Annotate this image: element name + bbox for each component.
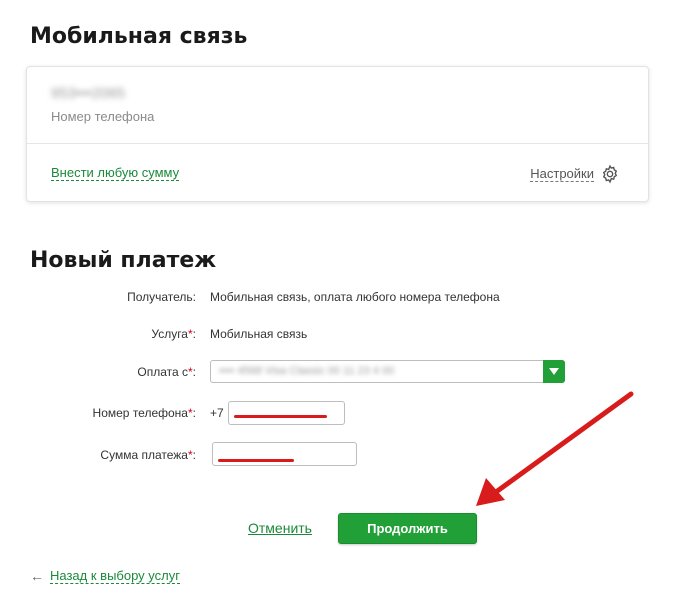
chevron-down-icon <box>549 368 559 375</box>
pay-from-label: Оплата с*: <box>137 365 196 379</box>
any-sum-link[interactable]: Внести любую сумму <box>51 165 180 181</box>
phone-prefix: +7 <box>210 406 224 420</box>
phone-input[interactable] <box>228 401 345 425</box>
service-label: Услуга*: <box>151 327 196 341</box>
amount-label: Сумма платежа*: <box>100 448 196 462</box>
pay-from-value: •••• 4568 Visa Classic 00 11 23 4 00 <box>219 365 395 377</box>
amount-redline-annotation <box>218 459 294 462</box>
new-payment-title: Новый платеж <box>30 248 217 273</box>
service-value: Мобильная связь <box>210 327 308 341</box>
dropdown-button[interactable] <box>543 360 565 383</box>
pay-from-select[interactable]: •••• 4568 Visa Classic 00 11 23 4 00 <box>210 360 565 383</box>
phone-redline-annotation <box>234 415 327 418</box>
settings-button[interactable]: Настройки <box>530 164 620 184</box>
card-divider <box>27 143 648 144</box>
settings-label: Настройки <box>530 166 594 182</box>
gear-icon <box>602 164 618 184</box>
back-label: Назад к выбору услуг <box>50 568 180 584</box>
recipient-value: Мобильная связь, оплата любого номера те… <box>210 290 500 304</box>
back-link[interactable]: ← Назад к выбору услуг <box>30 568 180 584</box>
mobile-card: 953•••2065 Номер телефона Внести любую с… <box>26 66 649 202</box>
cancel-link[interactable]: Отменить <box>248 520 312 536</box>
continue-button[interactable]: Продолжить <box>338 513 477 544</box>
arrow-left-icon: ← <box>30 568 44 584</box>
amount-input[interactable] <box>212 442 357 466</box>
phone-field-label: Номер телефона*: <box>92 406 196 420</box>
recipient-label: Получатель: <box>127 290 196 304</box>
phone-number-label: Номер телефона <box>51 109 155 124</box>
phone-number-masked: 953•••2065 <box>51 85 126 102</box>
mobile-title: Мобильная связь <box>30 24 248 49</box>
